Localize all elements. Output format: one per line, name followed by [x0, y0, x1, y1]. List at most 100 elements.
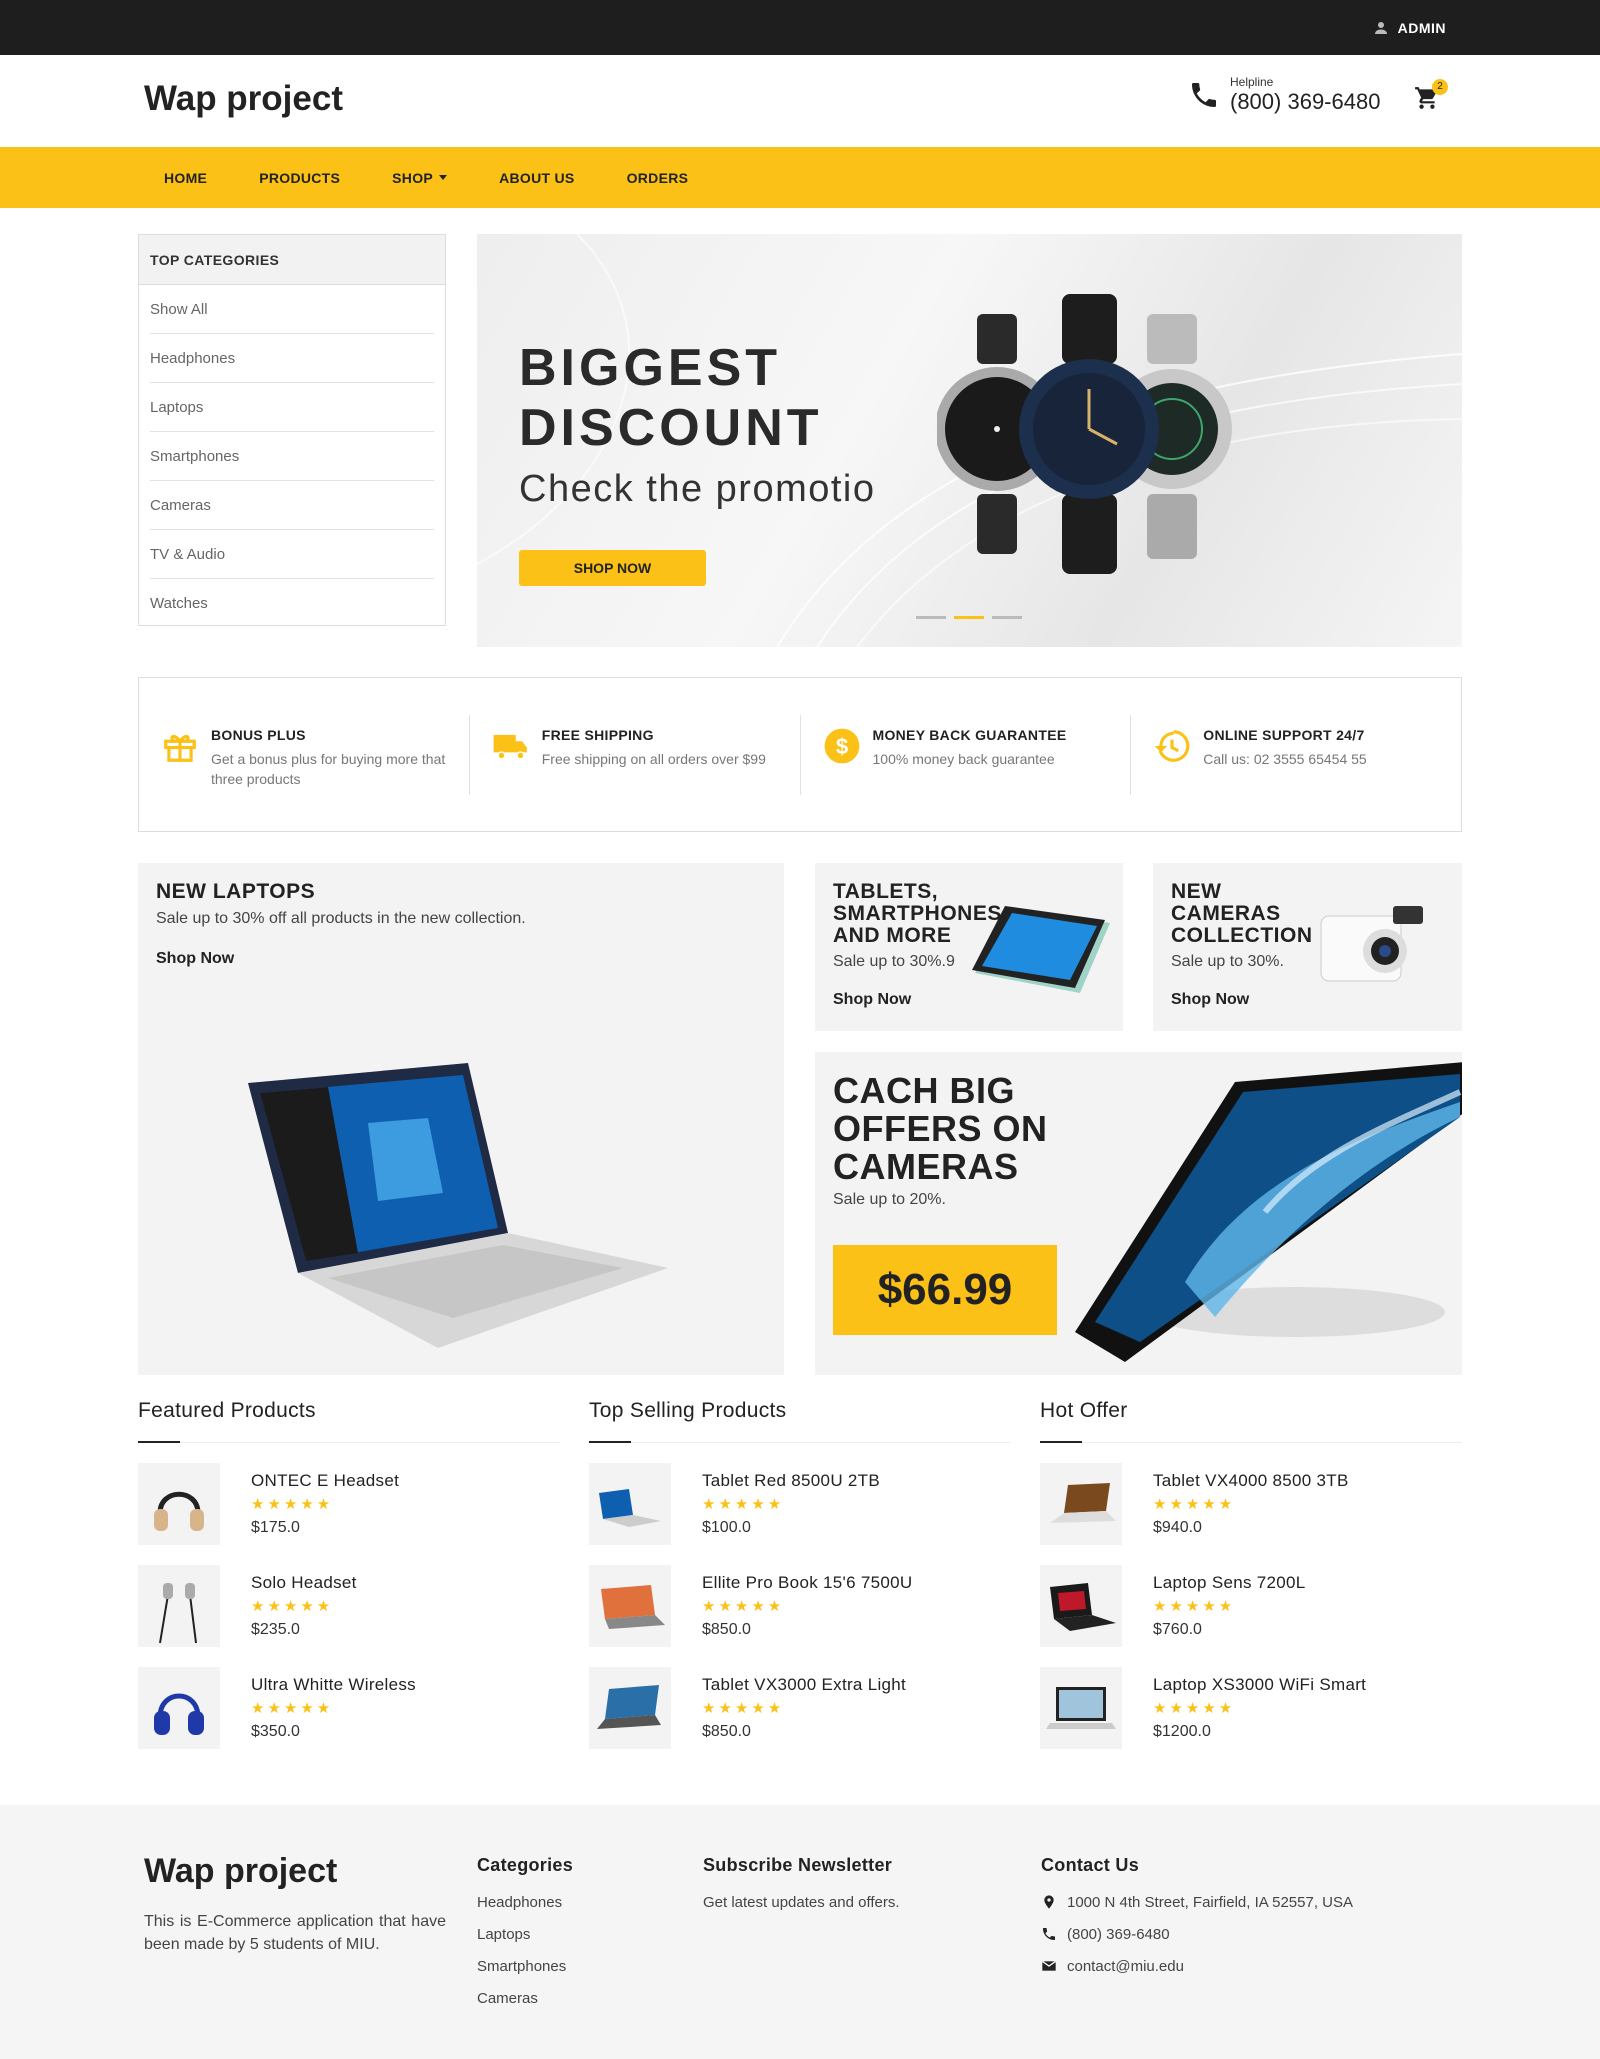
product-name[interactable]: ONTEC E Headset	[251, 1471, 399, 1491]
nav-about-us[interactable]: ABOUT US	[473, 170, 601, 186]
promo-shop-now-link[interactable]: Shop Now	[156, 950, 234, 968]
feature-title: BONUS PLUS	[211, 726, 306, 743]
rating-stars: ★★★★★	[251, 1598, 334, 1615]
rating-stars: ★★★★★	[251, 1496, 334, 1513]
contact-email[interactable]: contact@miu.edu	[1041, 1950, 1353, 1982]
product-name[interactable]: Tablet Red 8500U 2TB	[702, 1471, 880, 1491]
caret-down-icon	[439, 175, 448, 180]
product-row[interactable]: ONTEC E Headset ★★★★★ $175.0	[138, 1463, 560, 1545]
product-name[interactable]: Laptop XS3000 WiFi Smart	[1153, 1675, 1366, 1695]
category-item[interactable]: Watches	[150, 579, 434, 628]
promo-title-line: COLLECTION	[1171, 924, 1313, 947]
product-name[interactable]: Solo Headset	[251, 1573, 357, 1593]
product-row[interactable]: Laptop Sens 7200L ★★★★★ $760.0	[1040, 1565, 1462, 1647]
footer-categories: Categories Headphones Laptops Smartphone…	[477, 1855, 573, 2014]
helpline-label: Helpline	[1230, 75, 1274, 89]
laptop-icon	[597, 1685, 661, 1729]
product-price: $235.0	[251, 1621, 300, 1638]
feature-online-support: ONLINE SUPPORT 24/7 Call us: 02 3555 654…	[1130, 714, 1461, 795]
feature-desc: Call us: 02 3555 65454 55	[1203, 750, 1367, 767]
nav-products-label: PRODUCTS	[259, 169, 341, 186]
footer-category-link[interactable]: Laptops	[477, 1918, 573, 1950]
shop-now-button[interactable]: SHOP NOW	[519, 550, 706, 586]
nav-shop-label: SHOP	[392, 169, 434, 186]
promo-subtitle: Sale up to 30%.	[1171, 953, 1284, 970]
admin-link[interactable]: ADMIN	[1372, 0, 1446, 55]
product-row[interactable]: Ellite Pro Book 15'6 7500U ★★★★★ $850.0	[589, 1565, 1011, 1647]
promo-shop-now-link[interactable]: Shop Now	[1171, 991, 1249, 1009]
feature-desc: 100% money back guarantee	[872, 750, 1055, 767]
contact-phone[interactable]: (800) 369-6480	[1041, 1918, 1353, 1950]
section-title: Top Selling Products	[589, 1399, 1011, 1443]
smartphone-image	[1075, 1062, 1462, 1362]
rating-stars: ★★★★★	[251, 1700, 334, 1717]
category-item[interactable]: Headphones	[150, 334, 434, 383]
hero-title-line1: BIGGEST	[519, 339, 782, 397]
category-item[interactable]: Smartphones	[150, 432, 434, 481]
product-thumbnail[interactable]	[589, 1667, 671, 1749]
main-nav: HOME PRODUCTS SHOP ABOUT US ORDERS	[0, 147, 1600, 208]
product-price: $350.0	[251, 1723, 300, 1740]
product-thumbnail[interactable]	[138, 1667, 220, 1749]
category-item[interactable]: TV & Audio	[150, 530, 434, 579]
nav-orders[interactable]: ORDERS	[601, 170, 715, 186]
product-thumbnail[interactable]	[589, 1463, 671, 1545]
top-bar: ADMIN	[0, 0, 1600, 55]
promo-tablets[interactable]: TABLETS, SMARTPHONES AND MORE Sale up to…	[815, 863, 1123, 1031]
offer-price[interactable]: $66.99	[833, 1245, 1057, 1335]
product-row[interactable]: Tablet Red 8500U 2TB ★★★★★ $100.0	[589, 1463, 1011, 1545]
product-price: $760.0	[1153, 1621, 1202, 1638]
product-thumbnail[interactable]	[1040, 1667, 1122, 1749]
headphones-icon	[154, 1491, 204, 1531]
site-logo[interactable]: Wap project	[144, 79, 343, 119]
product-row[interactable]: Solo Headset ★★★★★ $235.0	[138, 1565, 560, 1647]
nav-home[interactable]: HOME	[138, 170, 233, 186]
footer-contact: Contact Us 1000 N 4th Street, Fairfield,…	[1041, 1855, 1353, 1982]
footer-newsletter: Subscribe Newsletter Get latest updates …	[703, 1855, 900, 1918]
footer-logo[interactable]: Wap project	[144, 1852, 337, 1891]
footer-category-link[interactable]: Smartphones	[477, 1950, 573, 1982]
slide-dot[interactable]	[992, 616, 1022, 619]
product-name[interactable]: Ellite Pro Book 15'6 7500U	[702, 1573, 912, 1593]
footer-category-link[interactable]: Headphones	[477, 1886, 573, 1918]
promo-cameras[interactable]: NEW CAMERAS COLLECTION Sale up to 30%. S…	[1153, 863, 1462, 1031]
product-price: $940.0	[1153, 1519, 1202, 1536]
top-selling-products-list: Top Selling Products Tablet Red 8500U 2T…	[589, 1399, 1011, 1749]
category-item[interactable]: Laptops	[150, 383, 434, 432]
product-row[interactable]: Laptop XS3000 WiFi Smart ★★★★★ $1200.0	[1040, 1667, 1462, 1749]
category-item[interactable]: Cameras	[150, 481, 434, 530]
category-item[interactable]: Show All	[150, 285, 434, 334]
product-thumbnail[interactable]	[589, 1565, 671, 1647]
slide-dot-active[interactable]	[954, 616, 984, 619]
helpline-number[interactable]: (800) 369-6480	[1230, 89, 1380, 115]
promo-new-laptops[interactable]: NEW LAPTOPS Sale up to 30% off all produ…	[138, 863, 784, 1375]
product-name[interactable]: Tablet VX4000 8500 3TB	[1153, 1471, 1349, 1491]
promo-shop-now-link[interactable]: Shop Now	[833, 991, 911, 1009]
address-text: 1000 N 4th Street, Fairfield, IA 52557, …	[1067, 1893, 1353, 1911]
product-thumbnail[interactable]	[1040, 1565, 1122, 1647]
feature-title: ONLINE SUPPORT 24/7	[1203, 726, 1365, 743]
slide-dot[interactable]	[916, 616, 946, 619]
feature-bonus-plus: BONUS PLUS Get a bonus plus for buying m…	[139, 715, 469, 795]
top-categories-panel: TOP CATEGORIES Show All Headphones Lapto…	[138, 234, 446, 626]
product-thumbnail[interactable]	[138, 1565, 220, 1647]
product-row[interactable]: Ultra Whitte Wireless ★★★★★ $350.0	[138, 1667, 560, 1749]
product-row[interactable]: Tablet VX3000 Extra Light ★★★★★ $850.0	[589, 1667, 1011, 1749]
product-row[interactable]: Tablet VX4000 8500 3TB ★★★★★ $940.0	[1040, 1463, 1462, 1545]
nav-shop[interactable]: SHOP	[366, 170, 473, 186]
cart-button[interactable]: 2	[1414, 79, 1448, 115]
promo-title-line: NEW	[1171, 880, 1222, 903]
feature-money-back: $ MONEY BACK GUARANTEE 100% money back g…	[799, 714, 1131, 795]
nav-products[interactable]: PRODUCTS	[233, 170, 366, 186]
feature-desc: Get a bonus plus for buying more that th…	[211, 750, 446, 787]
product-name[interactable]: Laptop Sens 7200L	[1153, 1573, 1306, 1593]
product-name[interactable]: Tablet VX3000 Extra Light	[702, 1675, 906, 1695]
promo-big-offer[interactable]: CACH BIG OFFERS ON CAMERAS Sale up to 20…	[815, 1052, 1462, 1375]
product-thumbnail[interactable]	[1040, 1463, 1122, 1545]
product-price: $100.0	[702, 1519, 751, 1536]
promo-title-line: CACH BIG	[833, 1070, 1015, 1111]
product-thumbnail[interactable]	[138, 1463, 220, 1545]
product-name[interactable]: Ultra Whitte Wireless	[251, 1675, 416, 1695]
footer-category-link[interactable]: Cameras	[477, 1982, 573, 2014]
product-price: $850.0	[702, 1723, 751, 1740]
